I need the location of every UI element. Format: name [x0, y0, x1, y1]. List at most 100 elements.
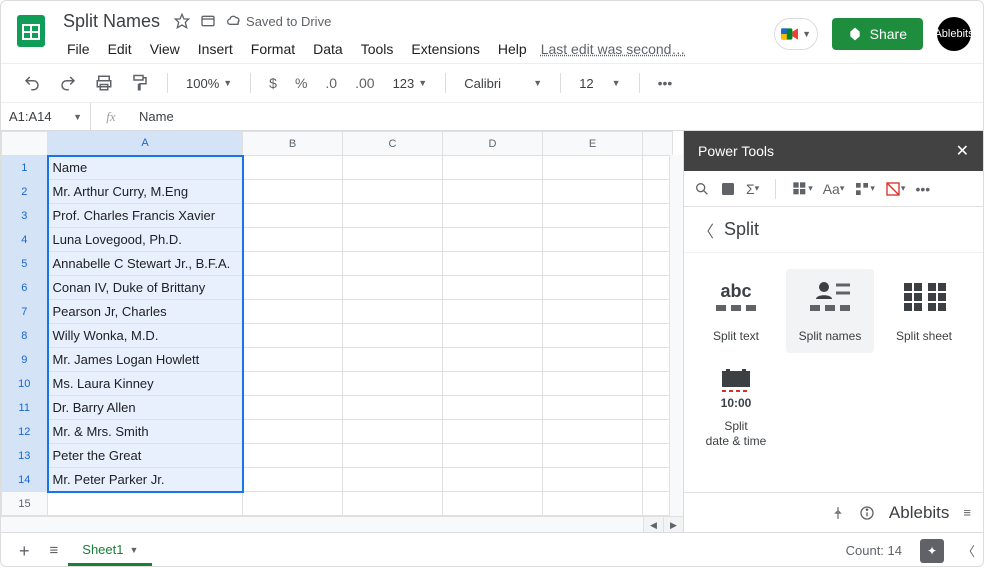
cell[interactable] [543, 228, 643, 252]
cell[interactable] [343, 372, 443, 396]
cell[interactable] [243, 348, 343, 372]
cell[interactable]: Ms. Laura Kinney [48, 372, 243, 396]
cell[interactable]: Prof. Charles Francis Xavier [48, 204, 243, 228]
menu-format[interactable]: Format [243, 37, 303, 61]
cell[interactable] [543, 276, 643, 300]
cell[interactable]: Name [48, 156, 243, 180]
split-text-tile[interactable]: abc Split text [692, 269, 780, 353]
menu-view[interactable]: View [142, 37, 188, 61]
menu-edit[interactable]: Edit [100, 37, 140, 61]
info-icon[interactable] [859, 505, 875, 521]
sb-tool-7[interactable]: ▾ [885, 181, 906, 197]
number-format-select[interactable]: 123 ▼ [387, 72, 434, 95]
cell[interactable] [243, 156, 343, 180]
sb-tool-4[interactable]: ▾ [792, 181, 813, 197]
cell[interactable] [643, 204, 673, 228]
split-date-time-tile[interactable]: 10:00 Split date & time [692, 359, 780, 458]
paint-format-button[interactable] [125, 70, 155, 96]
print-button[interactable] [89, 70, 119, 96]
cell[interactable] [643, 276, 673, 300]
row-header[interactable]: 15 [2, 492, 48, 516]
cell[interactable]: Dr. Barry Allen [48, 396, 243, 420]
cell[interactable] [443, 180, 543, 204]
menu-data[interactable]: Data [305, 37, 351, 61]
cell[interactable] [443, 276, 543, 300]
cell[interactable] [243, 300, 343, 324]
undo-button[interactable] [17, 70, 47, 96]
cell[interactable]: Peter the Great [48, 444, 243, 468]
cell[interactable] [243, 372, 343, 396]
split-names-tile[interactable]: Split names [786, 269, 874, 353]
cell[interactable] [243, 468, 343, 492]
cell[interactable] [243, 324, 343, 348]
cell[interactable] [443, 228, 543, 252]
document-title[interactable]: Split Names [59, 9, 164, 34]
close-icon[interactable]: ✕ [956, 141, 969, 161]
font-select[interactable]: Calibri ▼ [458, 72, 548, 95]
cell[interactable] [243, 420, 343, 444]
selection-count[interactable]: Count: 14 [846, 543, 902, 558]
cell[interactable] [243, 252, 343, 276]
cell[interactable] [243, 228, 343, 252]
cell[interactable] [243, 444, 343, 468]
sb-tool-1[interactable] [694, 181, 710, 197]
menu-tools[interactable]: Tools [353, 37, 402, 61]
row-header[interactable]: 14 [2, 468, 48, 492]
currency-button[interactable]: $ [263, 71, 283, 95]
font-size-select[interactable]: 12 ▼ [573, 72, 626, 95]
sb-tool-2[interactable] [720, 181, 736, 197]
cell[interactable]: Luna Lovegood, Ph.D. [48, 228, 243, 252]
add-sheet-button[interactable]: + [9, 536, 40, 566]
decrease-decimal-button[interactable]: .0 [319, 71, 343, 95]
cell[interactable]: Willy Wonka, M.D. [48, 324, 243, 348]
cell[interactable] [443, 372, 543, 396]
row-header[interactable]: 10 [2, 372, 48, 396]
cell[interactable] [343, 348, 443, 372]
cell[interactable] [643, 228, 673, 252]
cell[interactable] [343, 444, 443, 468]
cell[interactable] [343, 204, 443, 228]
cell[interactable] [643, 156, 673, 180]
cell[interactable] [443, 396, 543, 420]
row-header[interactable]: 8 [2, 324, 48, 348]
cell[interactable] [443, 348, 543, 372]
cell[interactable] [443, 300, 543, 324]
cell[interactable] [643, 252, 673, 276]
back-icon[interactable]: 〈 [698, 218, 714, 242]
column-header-D[interactable]: D [443, 132, 543, 156]
cell[interactable] [543, 420, 643, 444]
select-all-corner[interactable] [2, 132, 48, 156]
cell[interactable] [643, 324, 673, 348]
cell[interactable]: Annabelle C Stewart Jr., B.F.A. [48, 252, 243, 276]
cell[interactable] [243, 396, 343, 420]
cell[interactable] [443, 156, 543, 180]
cell[interactable] [543, 156, 643, 180]
cell[interactable] [343, 156, 443, 180]
cell[interactable] [543, 492, 643, 516]
cell[interactable] [343, 252, 443, 276]
row-header[interactable]: 11 [2, 396, 48, 420]
cell[interactable]: Mr. Arthur Curry, M.Eng [48, 180, 243, 204]
collapse-side-icon[interactable]: 〈 [962, 541, 975, 560]
cell[interactable] [243, 204, 343, 228]
cell[interactable]: Mr. & Mrs. Smith [48, 420, 243, 444]
name-box[interactable]: A1:A14 ▼ [1, 103, 91, 130]
row-header[interactable]: 4 [2, 228, 48, 252]
cell[interactable] [343, 324, 443, 348]
sheet-tab-1[interactable]: Sheet1 ▼ [68, 534, 152, 567]
cell[interactable] [343, 396, 443, 420]
cell[interactable] [543, 396, 643, 420]
cell[interactable] [643, 492, 673, 516]
row-header[interactable]: 3 [2, 204, 48, 228]
sb-tool-5[interactable]: Aa ▾ [823, 181, 845, 197]
cell[interactable] [443, 420, 543, 444]
cell[interactable] [543, 348, 643, 372]
row-header[interactable]: 9 [2, 348, 48, 372]
horizontal-scrollbar[interactable] [1, 517, 643, 532]
cell[interactable] [543, 444, 643, 468]
cell[interactable] [443, 204, 543, 228]
percent-button[interactable]: % [289, 71, 313, 95]
column-header-A[interactable]: A [48, 132, 243, 156]
zoom-select[interactable]: 100% ▼ [180, 72, 238, 95]
cell[interactable] [48, 492, 243, 516]
